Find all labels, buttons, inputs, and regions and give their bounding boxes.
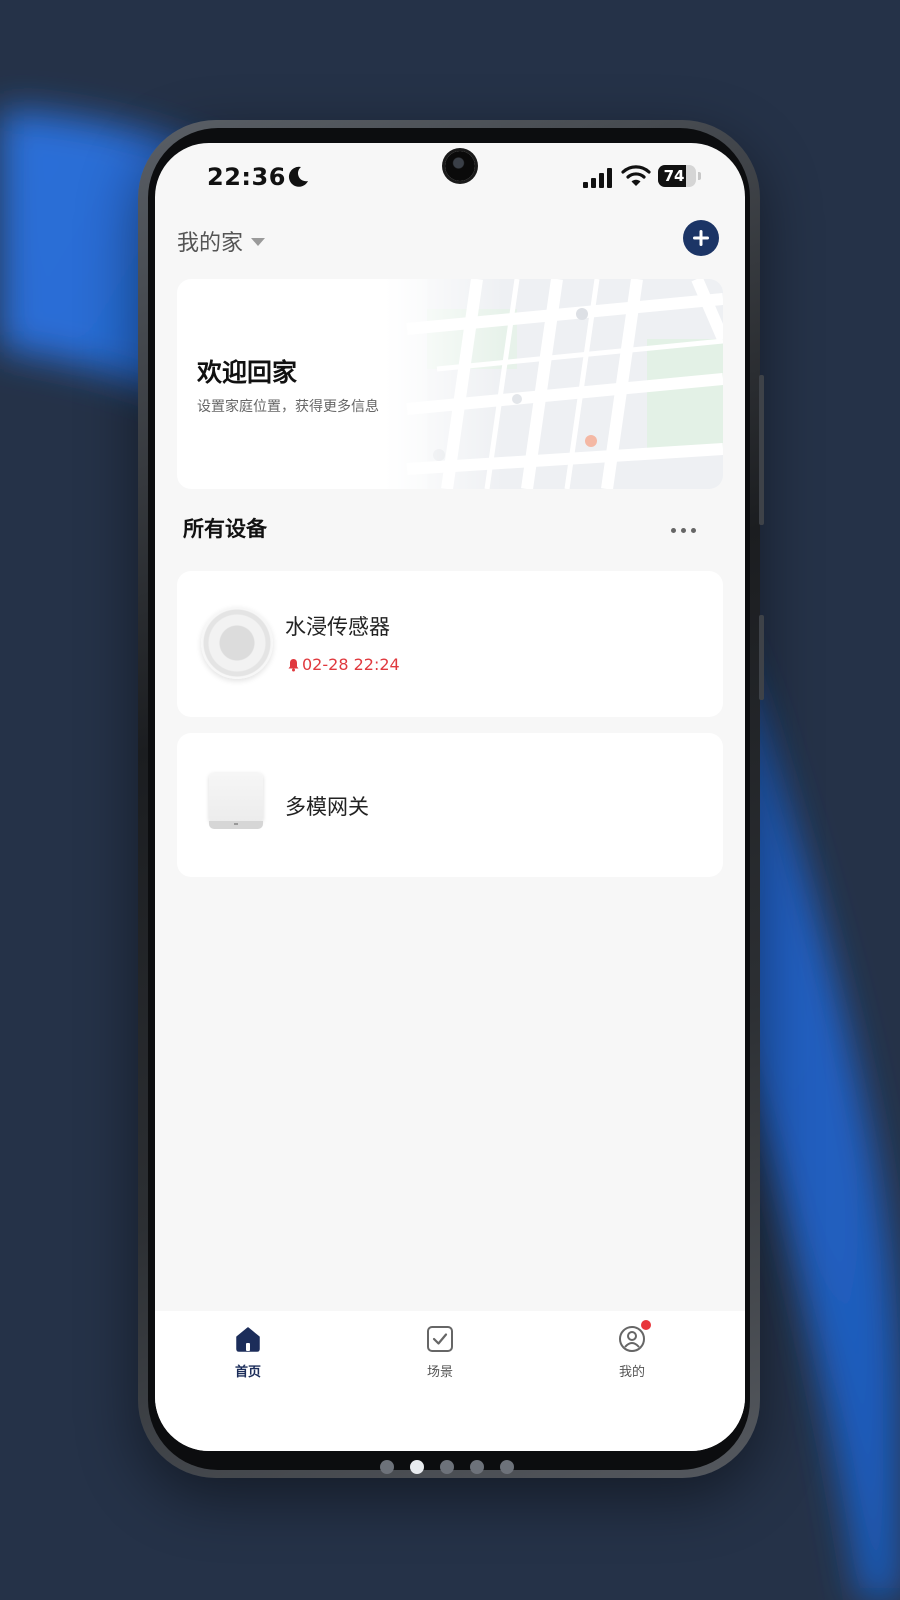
page-dot[interactable] (440, 1460, 454, 1474)
gateway-icon (209, 773, 263, 831)
device-card-gateway[interactable]: 多模网关 (177, 733, 723, 877)
wifi-icon (621, 165, 651, 186)
status-bar: 22:36 74 (155, 143, 745, 213)
alert-time: 02-28 22:24 (302, 655, 400, 674)
page-dot-active[interactable] (410, 1460, 424, 1474)
battery-tip (698, 172, 701, 180)
device-alert: 02-28 22:24 (287, 655, 400, 674)
tab-label: 首页 (234, 1365, 261, 1380)
welcome-subtitle: 设置家庭位置，获得更多信息 (197, 399, 379, 415)
battery-icon: 74 (658, 165, 696, 187)
front-camera (445, 151, 475, 181)
home-selector[interactable]: 我的家 (177, 223, 266, 259)
device-name: 多模网关 (285, 795, 369, 819)
tab-label: 我的 (618, 1365, 645, 1380)
home-icon (236, 1327, 260, 1352)
water-sensor-icon (201, 607, 273, 679)
more-icon-dot (671, 527, 676, 533)
battery-level: 74 (663, 167, 685, 185)
page-indicator (380, 1459, 514, 1475)
device-card-water-sensor[interactable]: 水浸传感器 02-28 22:24 (177, 571, 723, 717)
section-title-all-devices: 所有设备 (183, 517, 267, 541)
scene-check-icon (427, 1326, 453, 1352)
more-options-button[interactable] (671, 523, 701, 537)
more-icon-dot (681, 527, 686, 533)
welcome-card[interactable]: 欢迎回家 设置家庭位置，获得更多信息 (177, 279, 723, 489)
profile-icon (619, 1326, 645, 1352)
tab-scene[interactable]: 场景 (400, 1325, 480, 1389)
status-time: 22:36 (207, 163, 286, 191)
caret-down-icon (251, 238, 266, 246)
tab-profile[interactable]: 我的 (592, 1320, 672, 1389)
add-device-button[interactable] (683, 220, 719, 256)
app-screen: 22:36 74 我的家 欢迎回家 设置家庭位置，获得更多信息 所有设备 水浸传… (155, 143, 745, 1451)
more-icon-dot (691, 527, 696, 533)
plus-icon (693, 230, 709, 246)
bottom-tab-bar: 首页 场景 我的 (155, 1311, 745, 1451)
side-button-volume (759, 615, 764, 700)
bell-icon (288, 658, 299, 671)
moon-icon (288, 166, 308, 187)
page-dot[interactable] (500, 1460, 514, 1474)
page-dot[interactable] (380, 1460, 394, 1474)
signal-icon (583, 168, 612, 188)
notification-badge (641, 1320, 651, 1330)
home-name: 我的家 (177, 231, 244, 256)
welcome-title: 欢迎回家 (197, 358, 298, 387)
tab-home[interactable]: 首页 (208, 1325, 288, 1389)
page-dot[interactable] (470, 1460, 484, 1474)
device-name: 水浸传感器 (285, 615, 390, 639)
tab-label: 场景 (426, 1365, 453, 1380)
side-button-power (759, 375, 764, 525)
